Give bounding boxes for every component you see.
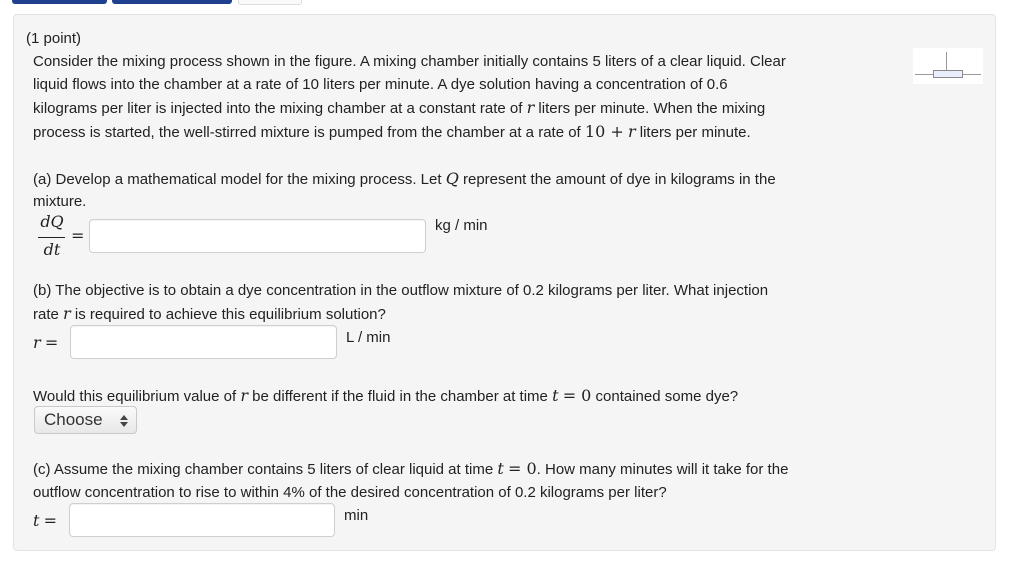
dq-dt-fraction: dQ dt [36,212,68,262]
part-a-line-1: (a) Develop a mathematical model for the… [33,167,776,192]
question-eq: = 0 [562,386,592,405]
part-b-text: rate [33,306,59,323]
dye-pipe-icon [946,52,947,70]
part-c-label: t = [33,509,57,534]
select-arrows-icon [120,415,128,427]
rate-expr-r: r [627,122,636,141]
part-a-equals: = [71,226,85,245]
mixing-chamber-figure[interactable] [913,48,983,84]
part-c-line-2: outflow concentration to rise to within … [33,484,667,501]
question-var-t: t [552,386,559,405]
chamber-icon [933,70,963,78]
outflow-pipe-icon [963,74,981,75]
intro-line-3-tail: liters per minute. When the mixing [538,100,766,117]
part-b-text-tail: is required to achieve this equilibrium … [74,306,386,323]
part-a-answer-input[interactable] [89,219,426,253]
part-b-line-1: (b) The objective is to obtain a dye con… [33,282,769,299]
part-c-eq: = 0 [507,459,537,478]
nav-tab-2[interactable] [112,0,232,4]
choose-select-label: Choose [44,410,103,429]
part-b-unit: L / min [346,329,391,346]
question-var-r: r [240,386,248,405]
part-c-unit: min [344,507,369,524]
part-b-label-var: r [33,333,41,352]
question-text-mid: be different if the fluid in the chamber… [252,388,548,405]
part-c-text-tail: . How many minutes will it take for the [536,461,789,478]
part-b-line-2: rate r is required to achieve this equil… [33,302,386,327]
intro-line-3: kilograms per liter is injected into the… [33,96,765,121]
part-c-text: (c) Assume the mixing chamber contains 5… [33,461,494,478]
part-c-label-eq: = [43,511,58,530]
top-tabs [0,0,320,6]
intro-line-1: Consider the mixing process shown in the… [33,53,786,70]
part-b-label-eq: = [44,333,59,352]
part-c-var-t: t [497,459,504,478]
intro-line-4-tail: liters per minute. [639,124,751,141]
part-a-text-tail: represent the amount of dye in kilograms… [462,171,776,188]
fraction-denominator: dt [43,240,61,259]
choose-select[interactable]: Choose [34,406,137,434]
part-c-line-1: (c) Assume the mixing chamber contains 5… [33,457,788,482]
var-Q: Q [445,169,459,188]
var-r: r [526,98,535,117]
part-c-label-var: t [33,511,40,530]
equilibrium-question: Would this equilibrium value of r be dif… [33,384,738,409]
intro-line-2: liquid flows into the chamber at a rate … [33,76,728,93]
part-c-answer-input[interactable] [69,503,335,537]
part-a-text: (a) Develop a mathematical model for the… [33,171,442,188]
fraction-bar [38,237,65,238]
part-b-label: r = [33,331,58,356]
nav-tab-1[interactable] [12,0,107,4]
question-text: Would this equilibrium value of [33,388,237,405]
question-text-tail: contained some dye? [595,388,739,405]
inflow-pipe-icon [915,74,933,75]
intro-line-4-text: process is started, the well-stirred mix… [33,124,581,141]
points-label: (1 point) [26,30,82,47]
fraction-numerator: dQ [40,212,64,231]
part-b-answer-input[interactable] [70,325,337,359]
intro-line-4: process is started, the well-stirred mix… [33,120,751,145]
rate-expr-10: 10 + [584,122,624,141]
part-a-line-2: mixture. [33,193,87,210]
nav-tab-3[interactable] [238,0,302,5]
part-a-unit: kg / min [435,217,488,234]
intro-line-3-text: kilograms per liter is injected into the… [33,100,523,117]
var-r-b: r [63,304,71,323]
